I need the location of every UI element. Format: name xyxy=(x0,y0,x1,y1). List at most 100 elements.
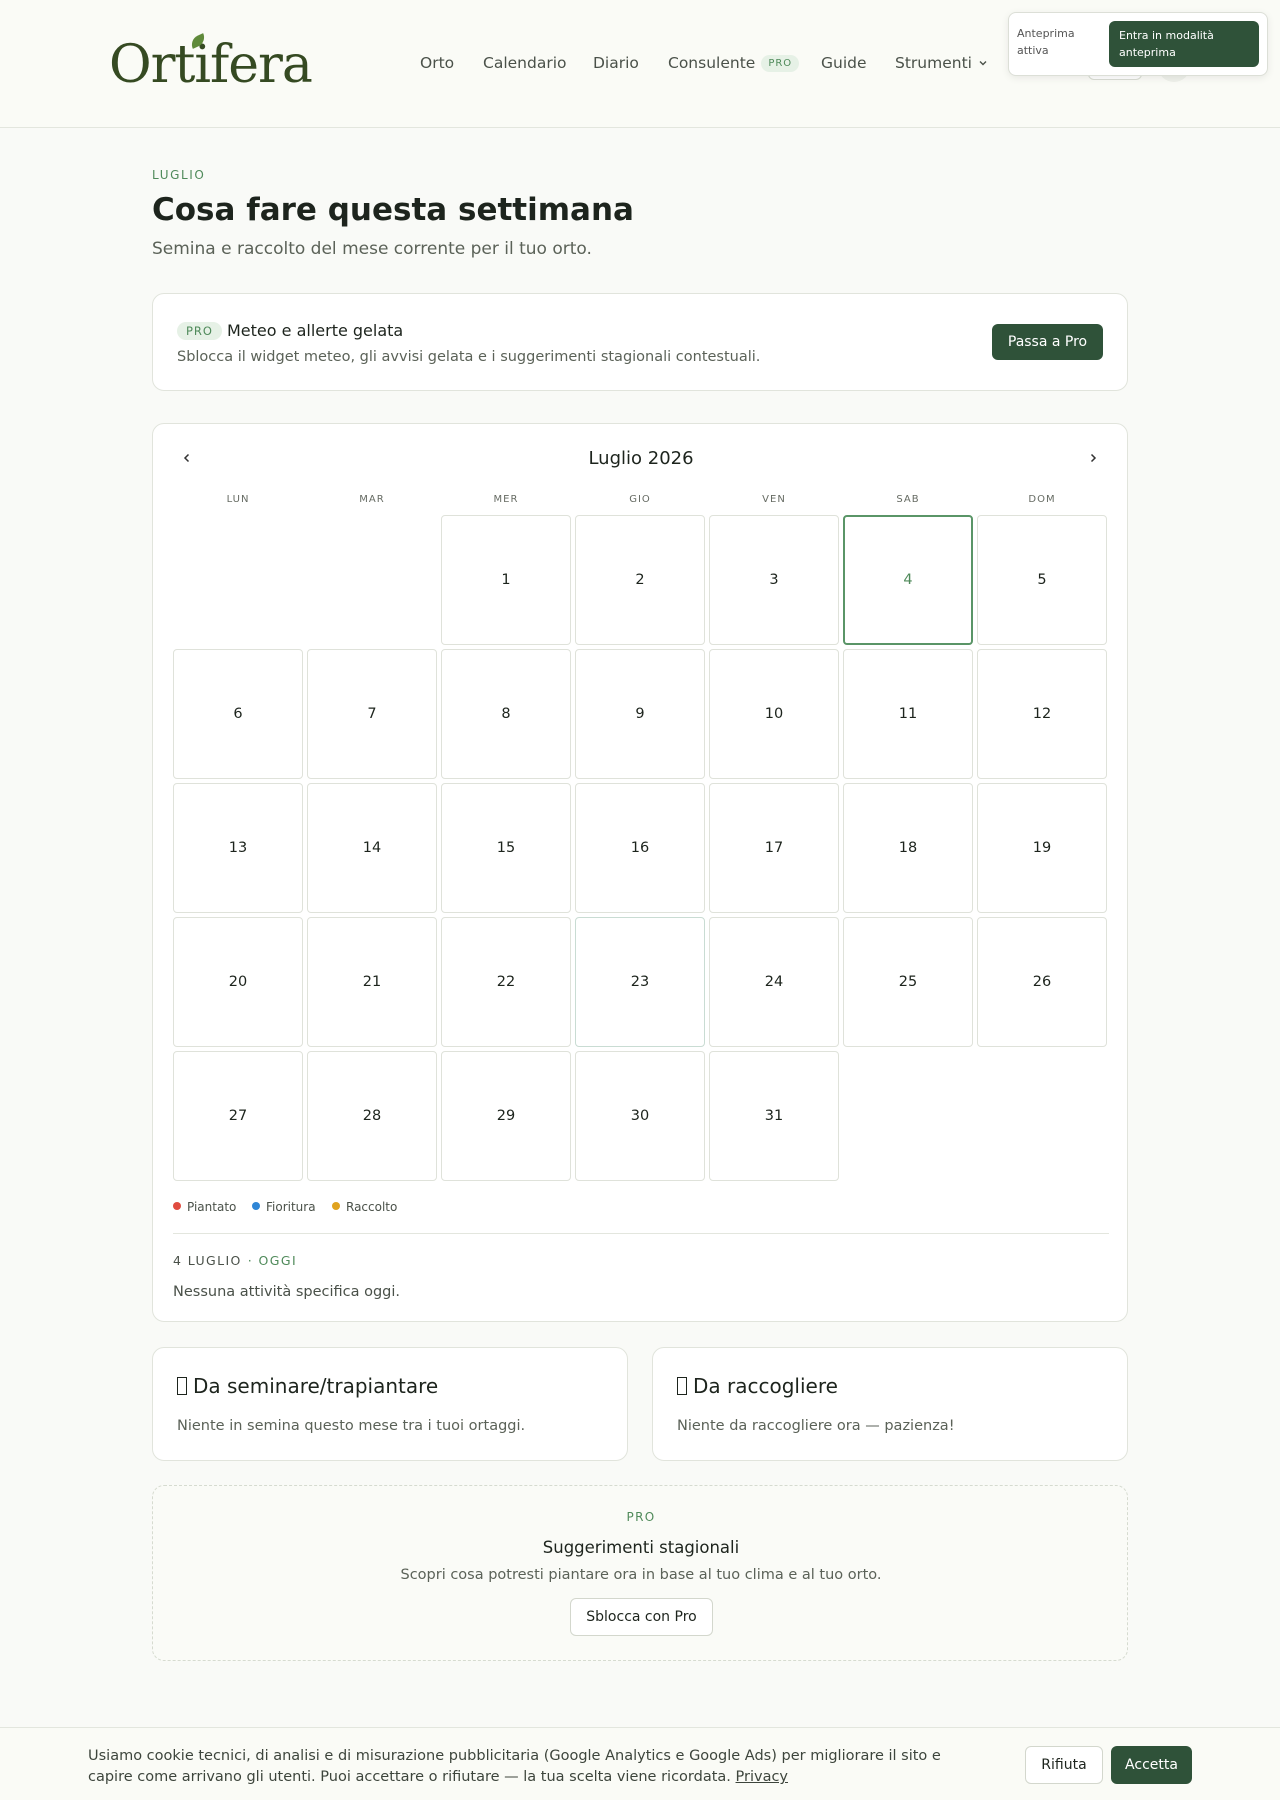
calendar-day[interactable]: 10 xyxy=(709,649,839,779)
calendar-day[interactable]: 13 xyxy=(173,783,303,913)
preview-status: Anteprima attiva xyxy=(1017,27,1075,57)
chevron-down-icon xyxy=(978,52,988,76)
seasonal-tips-card: PRO Suggerimenti stagionali Scopri cosa … xyxy=(152,1485,1128,1661)
sow-title: Da seminare/trapiantare xyxy=(193,1374,439,1398)
cookie-banner: Usiamo cookie tecnici, di analisi e di m… xyxy=(0,1727,1280,1800)
calendar-title: Luglio 2026 xyxy=(588,448,694,469)
nav-item-diario[interactable]: Diario xyxy=(593,51,639,75)
calendar-day[interactable]: 22 xyxy=(441,917,571,1047)
harvest-title: Da raccogliere xyxy=(693,1374,838,1398)
calendar-day[interactable]: 9 xyxy=(575,649,705,779)
nav-item-guide[interactable]: Guide xyxy=(821,51,867,75)
pro-weather-title: Meteo e allerte gelata xyxy=(227,321,404,340)
preview-popover: Anteprima attiva Entra in modalità antep… xyxy=(1008,12,1268,76)
enter-preview-button[interactable]: Entra in modalità anteprima xyxy=(1109,21,1259,67)
legend-item-fioritura: Fioritura xyxy=(252,1198,316,1216)
site-header: Ortifera Orto Calendario Diario Consulen… xyxy=(0,0,1280,128)
nav-item-label: Consulente xyxy=(668,54,756,72)
basket-icon xyxy=(677,1377,687,1395)
weekday-header: MER xyxy=(493,494,519,505)
calendar-day[interactable]: 18 xyxy=(843,783,973,913)
legend-item-raccolto: Raccolto xyxy=(332,1198,397,1216)
calendar-day[interactable]: 19 xyxy=(977,783,1107,913)
harvest-card: Da raccogliere Niente da raccogliere ora… xyxy=(652,1347,1128,1461)
selected-date: 4 LUGLIO xyxy=(173,1253,242,1268)
page-title: Cosa fare questa settimana xyxy=(152,192,634,228)
pro-weather-description: Sblocca il widget meteo, gli avvisi gela… xyxy=(177,349,761,365)
cookie-message: Usiamo cookie tecnici, di analisi e di m… xyxy=(88,1748,941,1785)
calendar-day[interactable]: 16 xyxy=(575,783,705,913)
sow-empty-text: Niente in semina questo mese tra i tuoi … xyxy=(177,1418,526,1434)
calendar-day[interactable]: 15 xyxy=(441,783,571,913)
nav-item-orto[interactable]: Orto xyxy=(420,51,454,75)
chevron-right-icon xyxy=(1090,453,1097,463)
next-month-button[interactable] xyxy=(1081,447,1105,471)
weekday-header: VEN xyxy=(762,494,786,505)
legend-dot xyxy=(173,1202,181,1210)
weekday-header: MAR xyxy=(359,494,385,505)
unlock-pro-button[interactable]: Sblocca con Pro xyxy=(570,1598,713,1636)
calendar-day[interactable]: 26 xyxy=(977,917,1107,1047)
today-tag: · OGGI xyxy=(247,1253,298,1268)
weekday-header: SAB xyxy=(896,494,920,505)
calendar-day[interactable]: 20 xyxy=(173,917,303,1047)
calendar-day[interactable]: 31 xyxy=(709,1051,839,1181)
nav-item-calendario[interactable]: Calendario xyxy=(483,51,567,75)
calendar-day[interactable]: 1 xyxy=(441,515,571,645)
nav-item-consulente[interactable]: Consulente PRO xyxy=(668,51,800,75)
calendar-day[interactable]: 23 xyxy=(575,917,705,1047)
calendar-day[interactable]: 17 xyxy=(709,783,839,913)
reject-cookies-button[interactable]: Rifiuta xyxy=(1025,1746,1103,1784)
legend-label: Raccolto xyxy=(346,1200,398,1214)
calendar-day[interactable]: 28 xyxy=(307,1051,437,1181)
weekday-header: DOM xyxy=(1028,494,1056,505)
calendar-day[interactable]: 25 xyxy=(843,917,973,1047)
calendar-day-today[interactable]: 4 xyxy=(843,515,973,645)
calendar-day[interactable]: 29 xyxy=(441,1051,571,1181)
calendar-day[interactable]: 7 xyxy=(307,649,437,779)
calendar-day[interactable]: 3 xyxy=(709,515,839,645)
calendar-day[interactable]: 12 xyxy=(977,649,1107,779)
calendar-day[interactable]: 11 xyxy=(843,649,973,779)
seedling-icon xyxy=(177,1377,187,1395)
tips-title: Suggerimenti stagionali xyxy=(542,1538,740,1557)
calendar-day[interactable]: 30 xyxy=(575,1051,705,1181)
upgrade-pro-button[interactable]: Passa a Pro xyxy=(992,324,1103,360)
month-eyebrow: LUGLIO xyxy=(152,168,206,182)
sow-title-row: Da seminare/trapiantare xyxy=(177,1372,438,1400)
pro-badge: PRO xyxy=(177,322,222,340)
tips-description: Scopri cosa potresti piantare ora in bas… xyxy=(400,1567,882,1583)
selected-date-empty: Nessuna attività specifica oggi. xyxy=(173,1284,401,1300)
legend-dot xyxy=(332,1202,340,1210)
selected-date-heading: 4 LUGLIO · OGGI xyxy=(173,1253,297,1268)
pro-weather-card: PRO Meteo e allerte gelata Sblocca il wi… xyxy=(152,293,1128,391)
calendar-day[interactable]: 5 xyxy=(977,515,1107,645)
page-subtitle: Semina e raccolto del mese corrente per … xyxy=(152,239,592,259)
weekday-header: GIO xyxy=(629,494,651,505)
calendar-day[interactable]: 27 xyxy=(173,1051,303,1181)
calendar-day[interactable]: 6 xyxy=(173,649,303,779)
calendar-day[interactable]: 24 xyxy=(709,917,839,1047)
privacy-link[interactable]: Privacy xyxy=(736,1769,789,1785)
legend-label: Fioritura xyxy=(266,1200,316,1214)
legend-label: Piantato xyxy=(187,1200,237,1214)
cookie-text: Usiamo cookie tecnici, di analisi e di m… xyxy=(88,1746,988,1788)
nav-item-label: Strumenti xyxy=(895,54,972,72)
calendar-day[interactable]: 21 xyxy=(307,917,437,1047)
harvest-empty-text: Niente da raccogliere ora — pazienza! xyxy=(677,1418,955,1434)
calendar-card: Luglio 2026 LUN MAR MER GIO VEN SAB DOM 123456… xyxy=(152,423,1128,1322)
legend-dot xyxy=(252,1202,260,1210)
pro-badge: PRO xyxy=(761,55,800,72)
calendar-day[interactable]: 14 xyxy=(307,783,437,913)
nav-item-strumenti[interactable]: Strumenti xyxy=(895,51,988,76)
logo[interactable]: Ortifera xyxy=(109,30,313,100)
calendar-day[interactable]: 8 xyxy=(441,649,571,779)
sow-card: Da seminare/trapiantare Niente in semina… xyxy=(152,1347,628,1461)
weekday-header: LUN xyxy=(226,494,250,505)
divider xyxy=(173,1233,1109,1234)
pro-eyebrow: PRO xyxy=(626,1510,656,1524)
accept-cookies-button[interactable]: Accetta xyxy=(1111,1746,1192,1784)
harvest-title-row: Da raccogliere xyxy=(677,1372,838,1400)
calendar-day[interactable]: 2 xyxy=(575,515,705,645)
legend-item-piantato: Piantato xyxy=(173,1198,236,1216)
